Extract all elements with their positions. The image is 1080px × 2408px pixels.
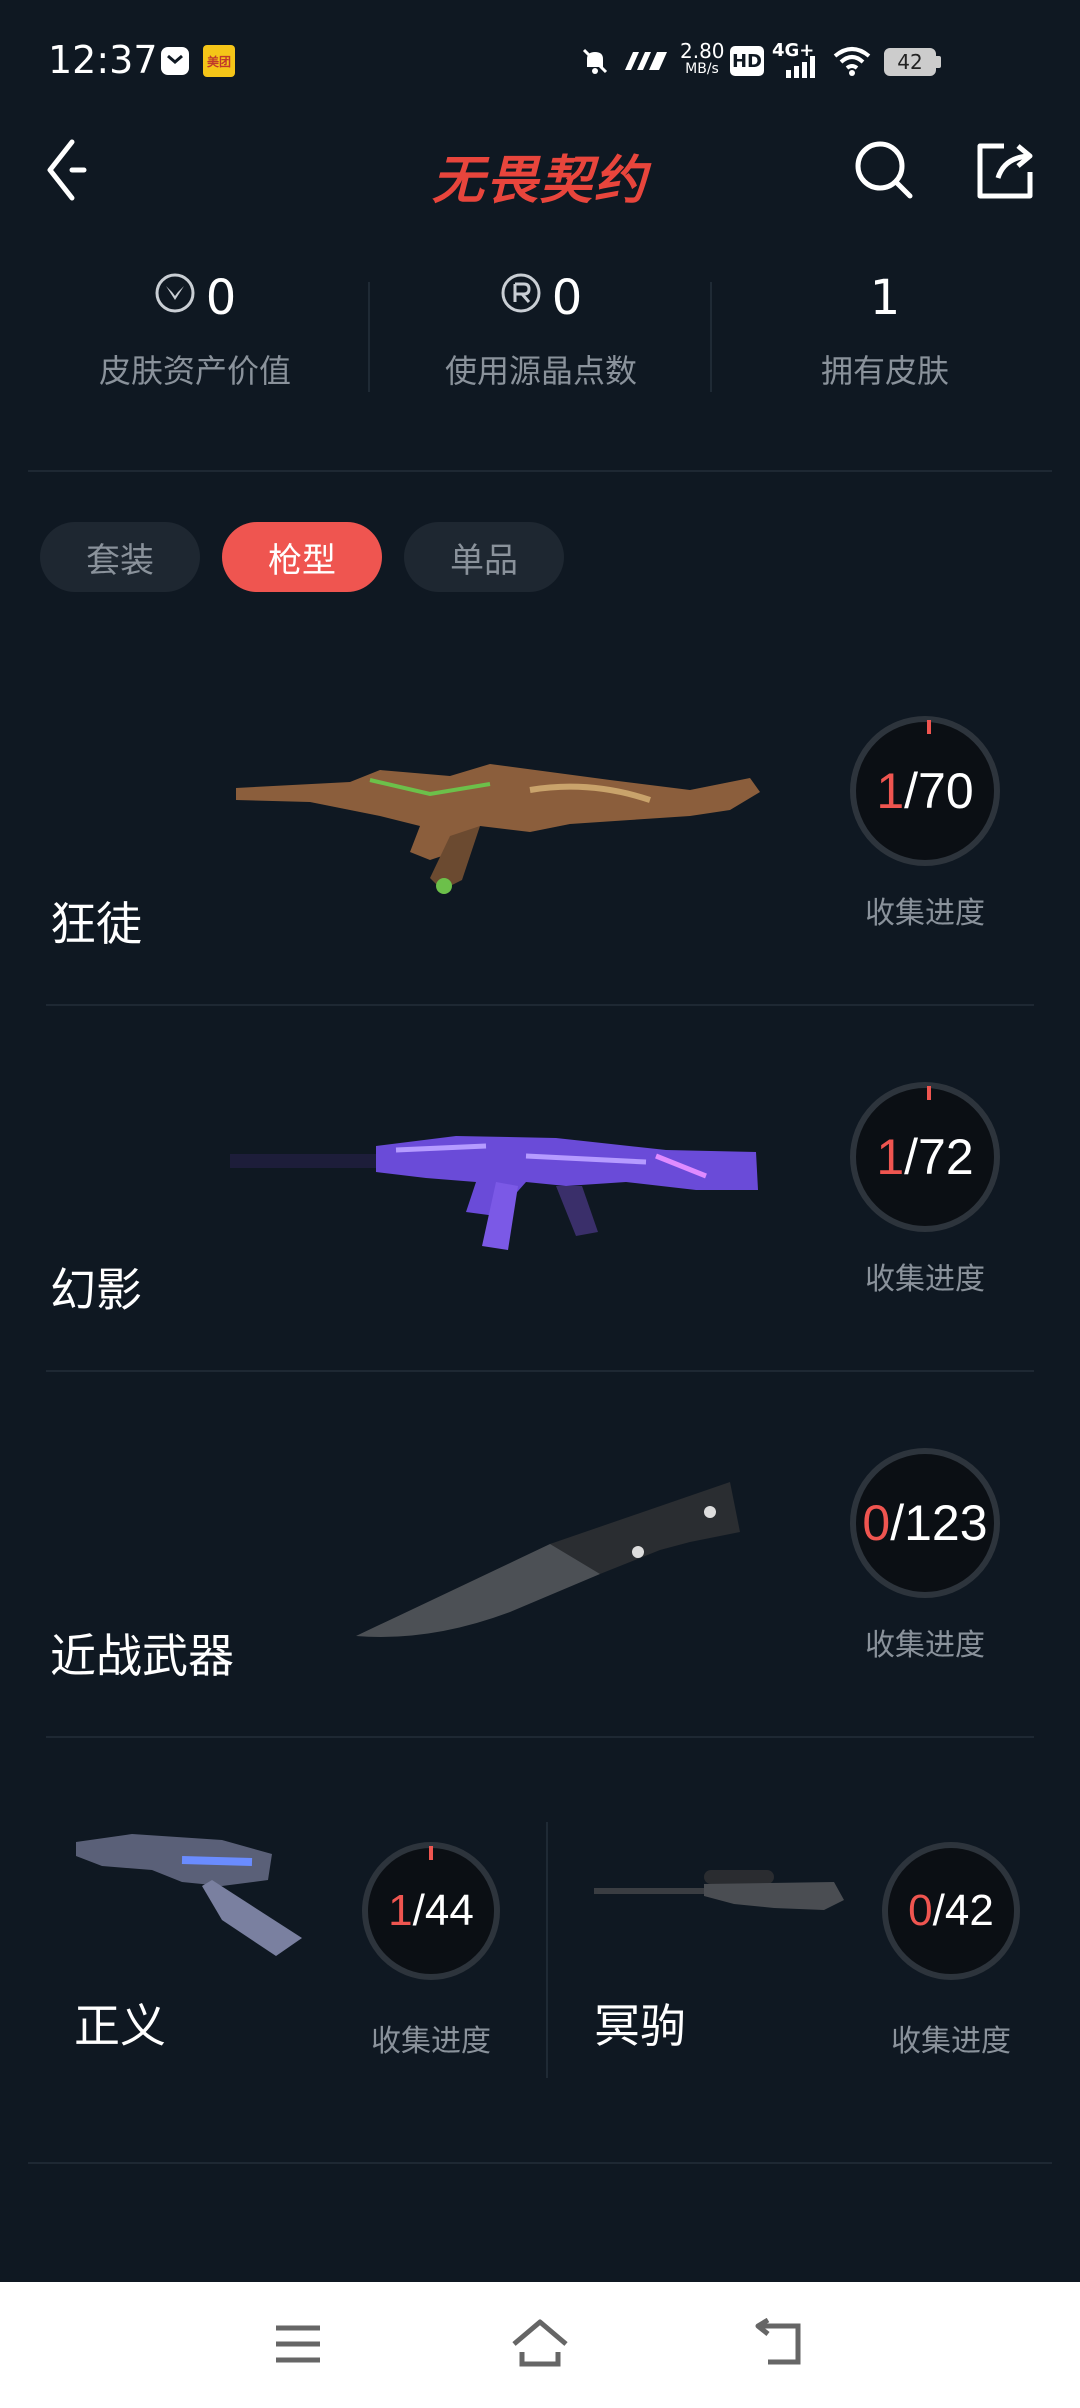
progress-count: 0/123 [862, 1494, 987, 1552]
progress-label: 收集进度 [865, 1262, 985, 1297]
cell-signal-icon: 4G+ [772, 40, 822, 80]
tab-items[interactable]: 单品 [404, 522, 564, 592]
progress-owned: 0 [908, 1886, 933, 1935]
stat-value-row: 1 [720, 270, 1050, 326]
home-icon[interactable] [510, 2316, 570, 2370]
tab-bundles[interactable]: 套装 [40, 522, 200, 592]
progress-count: 0/42 [908, 1886, 994, 1936]
progress-count: 1/70 [876, 762, 973, 820]
battery-cap [936, 56, 941, 68]
progress-count: 1/44 [388, 1886, 474, 1936]
system-nav-bar [0, 2282, 1080, 2408]
progress-total: /70 [904, 763, 974, 819]
row-divider [46, 1736, 1034, 1738]
tab-weapon-type[interactable]: 枪型 [222, 522, 382, 592]
weapon-card-sheriff[interactable]: 正义 1/44 收集进度 [30, 1790, 530, 2110]
status-bar: 12:37 美团 2.80 MB/s HD 4G+ 42 [0, 0, 1080, 120]
progress-ring-fill [429, 1846, 433, 1860]
back-button[interactable] [40, 136, 96, 206]
net-speed-unit: MB/s [685, 61, 719, 77]
weapon-name: 正义 [74, 1999, 166, 2053]
progress-total: /42 [932, 1886, 994, 1935]
notification-app-icon [158, 44, 192, 78]
progress-label: 收集进度 [865, 896, 985, 931]
progress-owned: 1 [388, 1886, 413, 1935]
weapon-card-operator[interactable]: 冥驹 0/42 收集进度 [550, 1790, 1050, 2110]
stat-label: 皮肤资产价值 [98, 352, 291, 390]
operator-image [594, 1860, 850, 1930]
progress-ring: 0/42 [882, 1842, 1020, 1980]
sheriff-image [72, 1830, 322, 1960]
weapon-row-phantom[interactable]: 幻影 1/72 收集进度 [30, 1006, 1050, 1370]
meituan-app-icon: 美团 [202, 44, 236, 78]
progress-ring: 1/72 [850, 1082, 1000, 1232]
progress-total: /123 [890, 1495, 988, 1551]
status-time: 12:37 [48, 38, 158, 82]
share-icon[interactable] [974, 140, 1036, 202]
progress-label: 收集进度 [891, 2024, 1011, 2059]
progress-ring: 1/70 [850, 716, 1000, 866]
weapon-name: 冥驹 [594, 1999, 686, 2053]
card-divider [546, 1822, 548, 2078]
progress-label: 收集进度 [865, 1628, 985, 1663]
stat-radianite-points: 0 使用源晶点数 [376, 270, 706, 392]
progress-total: /44 [412, 1886, 474, 1935]
stat-value-row: 0 [30, 270, 360, 326]
radianite-icon [500, 270, 542, 326]
progress-ring-fill [927, 720, 931, 734]
hd-icon: HD [730, 46, 764, 76]
stat-value: 1 [869, 270, 901, 326]
weapon-name: 近战武器 [50, 1629, 234, 1683]
stat-divider [368, 282, 370, 392]
progress-label: 收集进度 [371, 2024, 491, 2059]
mute-icon [578, 44, 612, 78]
progress-owned: 1 [876, 763, 905, 819]
wifi-icon [832, 44, 872, 78]
progress-ring: 0/123 [850, 1448, 1000, 1598]
phantom-image [226, 1116, 796, 1266]
stat-label: 拥有皮肤 [820, 352, 949, 390]
menu-icon[interactable] [272, 2322, 324, 2366]
section-divider [28, 470, 1052, 472]
net-speed: 2.80 MB/s [680, 39, 725, 78]
weapon-name: 狂徒 [50, 897, 142, 951]
stat-owned-skins: 1 拥有皮肤 [720, 270, 1050, 392]
weapon-name: 幻影 [50, 1263, 142, 1317]
stat-value: 0 [551, 270, 583, 326]
progress-ring-fill [927, 1086, 931, 1100]
meituan-badge: 美团 [203, 45, 235, 77]
stat-label: 使用源晶点数 [444, 352, 637, 390]
carrier-logo-icon [620, 44, 670, 78]
progress-owned: 1 [876, 1129, 905, 1185]
weapon-row-melee[interactable]: 近战武器 0/123 收集进度 [30, 1372, 1050, 1736]
vandal-image [230, 740, 790, 900]
melee-knife-image [350, 1472, 770, 1652]
valorant-points-icon [154, 270, 196, 326]
progress-owned: 0 [862, 1495, 891, 1551]
section-divider [28, 2162, 1052, 2164]
stat-divider [710, 282, 712, 392]
page-title: 无畏契约 [431, 150, 648, 211]
stat-asset-value: 0 皮肤资产价值 [30, 270, 360, 392]
back-nav-icon[interactable] [754, 2317, 806, 2368]
net-speed-value: 2.80 [680, 39, 725, 63]
stat-value: 0 [205, 270, 237, 326]
progress-total: /72 [904, 1129, 974, 1185]
progress-count: 1/72 [876, 1128, 973, 1186]
progress-ring: 1/44 [362, 1842, 500, 1980]
stat-value-row: 0 [376, 270, 706, 326]
search-icon[interactable] [852, 138, 916, 202]
battery-icon: 42 [884, 48, 936, 76]
weapon-row-vandal[interactable]: 狂徒 1/70 收集进度 [30, 640, 1050, 1004]
